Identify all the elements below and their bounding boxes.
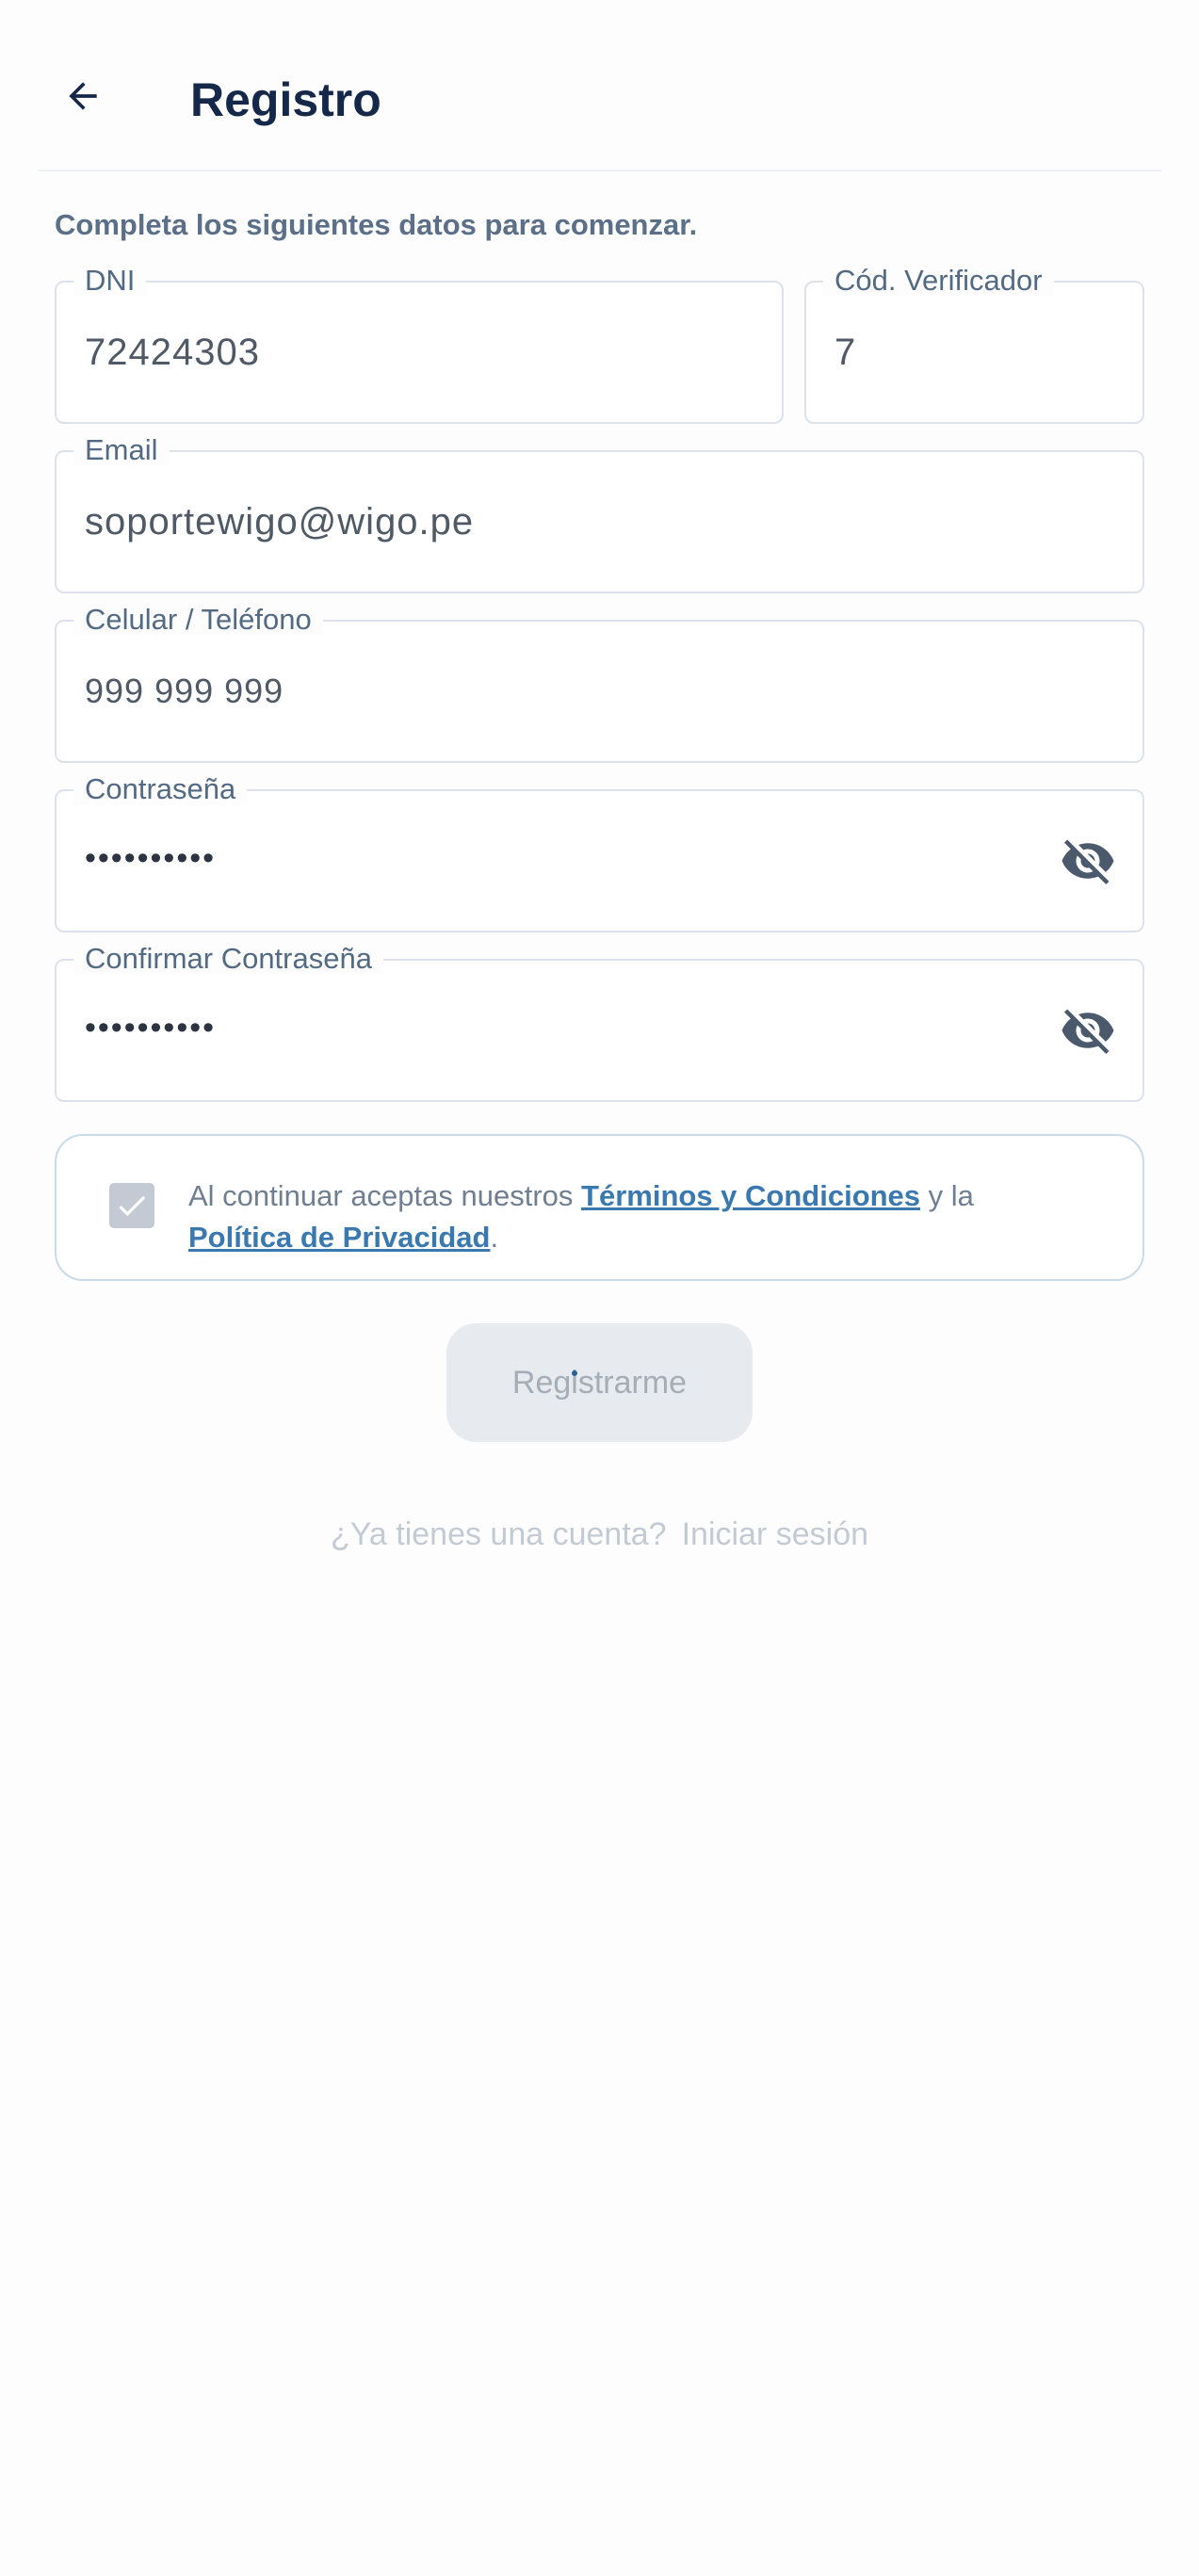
touch-indicator — [572, 1370, 577, 1376]
check-icon — [119, 1195, 146, 1217]
terms-box: Al continuar aceptas nuestros Términos y… — [55, 1134, 1144, 1281]
back-button[interactable] — [49, 62, 117, 130]
phone-field[interactable]: Celular / Teléfono 999 999 999 — [55, 604, 1144, 763]
phone-placeholder: 999 999 999 — [85, 672, 284, 710]
page-title: Registro — [190, 73, 381, 126]
login-link[interactable]: Iniciar sesión — [682, 1516, 868, 1552]
dni-value: 72424303 — [85, 331, 260, 373]
confirm-password-value: •••••••••• — [85, 1009, 217, 1045]
eye-off-icon — [1061, 839, 1114, 884]
confirm-password-visibility-toggle[interactable] — [1058, 1000, 1118, 1061]
terms-prefix: Al continuar aceptas nuestros — [188, 1179, 582, 1212]
verification-code-label: Cód. Verificador — [823, 265, 1054, 297]
email-field[interactable]: Email soportewigo@wigo.pe — [55, 434, 1144, 593]
arrow-left-icon — [69, 82, 97, 110]
password-visibility-toggle[interactable] — [1058, 831, 1118, 891]
app-header: Registro — [0, 0, 1199, 170]
terms-conditions-link[interactable]: Términos y Condiciones — [581, 1179, 920, 1212]
register-button-label: Registrarme — [511, 1364, 688, 1401]
email-value: soportewigo@wigo.pe — [85, 500, 475, 543]
confirm-password-field[interactable]: Confirmar Contraseña •••••••••• — [55, 943, 1144, 1102]
terms-text: Al continuar aceptas nuestros Términos y… — [188, 1175, 1093, 1258]
password-value: •••••••••• — [85, 839, 217, 876]
verification-code-field[interactable]: Cód. Verificador 7 — [804, 265, 1144, 424]
terms-suffix: . — [490, 1221, 499, 1254]
terms-checkbox[interactable] — [109, 1183, 154, 1228]
register-button[interactable]: Registrarme — [446, 1323, 753, 1442]
header-divider — [38, 170, 1161, 171]
dni-field[interactable]: DNI 72424303 — [55, 265, 784, 424]
eye-off-icon — [1061, 1009, 1114, 1054]
privacy-policy-link[interactable]: Política de Privacidad — [188, 1221, 490, 1254]
terms-middle: y la — [920, 1179, 974, 1212]
password-field[interactable]: Contraseña •••••••••• — [55, 773, 1144, 932]
login-prompt: ¿Ya tienes una cuenta? Iniciar sesión — [0, 1512, 1199, 1557]
login-question: ¿Ya tienes una cuenta? — [330, 1516, 667, 1552]
form-subtitle: Completa los siguientes datos para comen… — [55, 208, 698, 241]
verification-code-value: 7 — [834, 331, 857, 373]
